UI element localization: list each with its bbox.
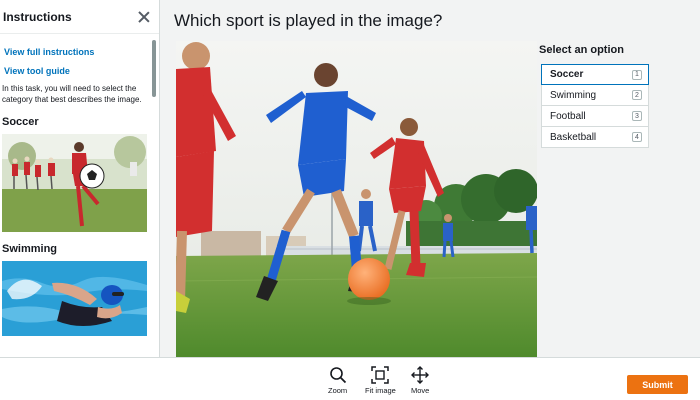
- example-image-soccer: [2, 134, 147, 232]
- fit-image-label: Fit image: [365, 386, 396, 395]
- example-image-swimming: [2, 261, 147, 336]
- instructions-header: Instructions: [0, 0, 159, 34]
- option-list: Soccer 1 Swimming 2 Football 3 Basketbal…: [541, 64, 649, 148]
- option-soccer[interactable]: Soccer 1: [541, 64, 649, 85]
- fit-image-tool[interactable]: Fit image: [365, 366, 396, 395]
- example-label-swimming: Swimming: [2, 243, 58, 255]
- option-shortcut-key: 4: [632, 132, 642, 142]
- move-icon: [411, 366, 430, 384]
- option-shortcut-key: 2: [632, 90, 642, 100]
- move-tool[interactable]: Move: [411, 366, 429, 395]
- submit-button[interactable]: Submit: [627, 375, 688, 394]
- option-label: Basketball: [550, 131, 597, 143]
- option-basketball[interactable]: Basketball 4: [541, 127, 649, 148]
- instructions-title: Instructions: [3, 9, 72, 24]
- option-label: Swimming: [550, 89, 597, 101]
- soccer-scene-illustration: [176, 41, 537, 357]
- swimming-example-illustration: [2, 261, 147, 336]
- option-label: Football: [550, 110, 586, 122]
- instructions-panel: Instructions View full instructions View…: [0, 0, 160, 357]
- option-label: Soccer: [550, 69, 584, 80]
- option-shortcut-key: 3: [632, 111, 642, 121]
- option-panel-label: Select an option: [539, 44, 624, 56]
- soccer-example-illustration: [2, 134, 147, 232]
- option-panel: Select an option Soccer 1 Swimming 2 Foo…: [539, 44, 649, 148]
- move-label: Move: [411, 386, 430, 395]
- zoom-label: Zoom: [328, 386, 348, 395]
- zoom-tool[interactable]: Zoom: [328, 366, 347, 395]
- option-swimming[interactable]: Swimming 2: [541, 85, 649, 106]
- instructions-description: In this task, you will need to select th…: [2, 84, 142, 104]
- close-icon[interactable]: [137, 10, 151, 24]
- zoom-icon: [329, 367, 346, 384]
- view-tool-guide-link[interactable]: View tool guide: [4, 66, 159, 76]
- bottom-toolbar: Zoom Fit image Move Submit: [0, 357, 700, 400]
- option-shortcut-key: 1: [632, 69, 642, 80]
- option-football[interactable]: Football 3: [541, 106, 649, 127]
- task-image[interactable]: [176, 41, 537, 357]
- question-title: Which sport is played in the image?: [174, 11, 443, 30]
- sidebar-scrollbar[interactable]: [152, 40, 156, 97]
- example-label-soccer: Soccer: [2, 116, 39, 128]
- fit-image-icon: [371, 366, 390, 384]
- view-full-instructions-link[interactable]: View full instructions: [4, 47, 159, 57]
- labeling-app: Instructions View full instructions View…: [0, 0, 700, 400]
